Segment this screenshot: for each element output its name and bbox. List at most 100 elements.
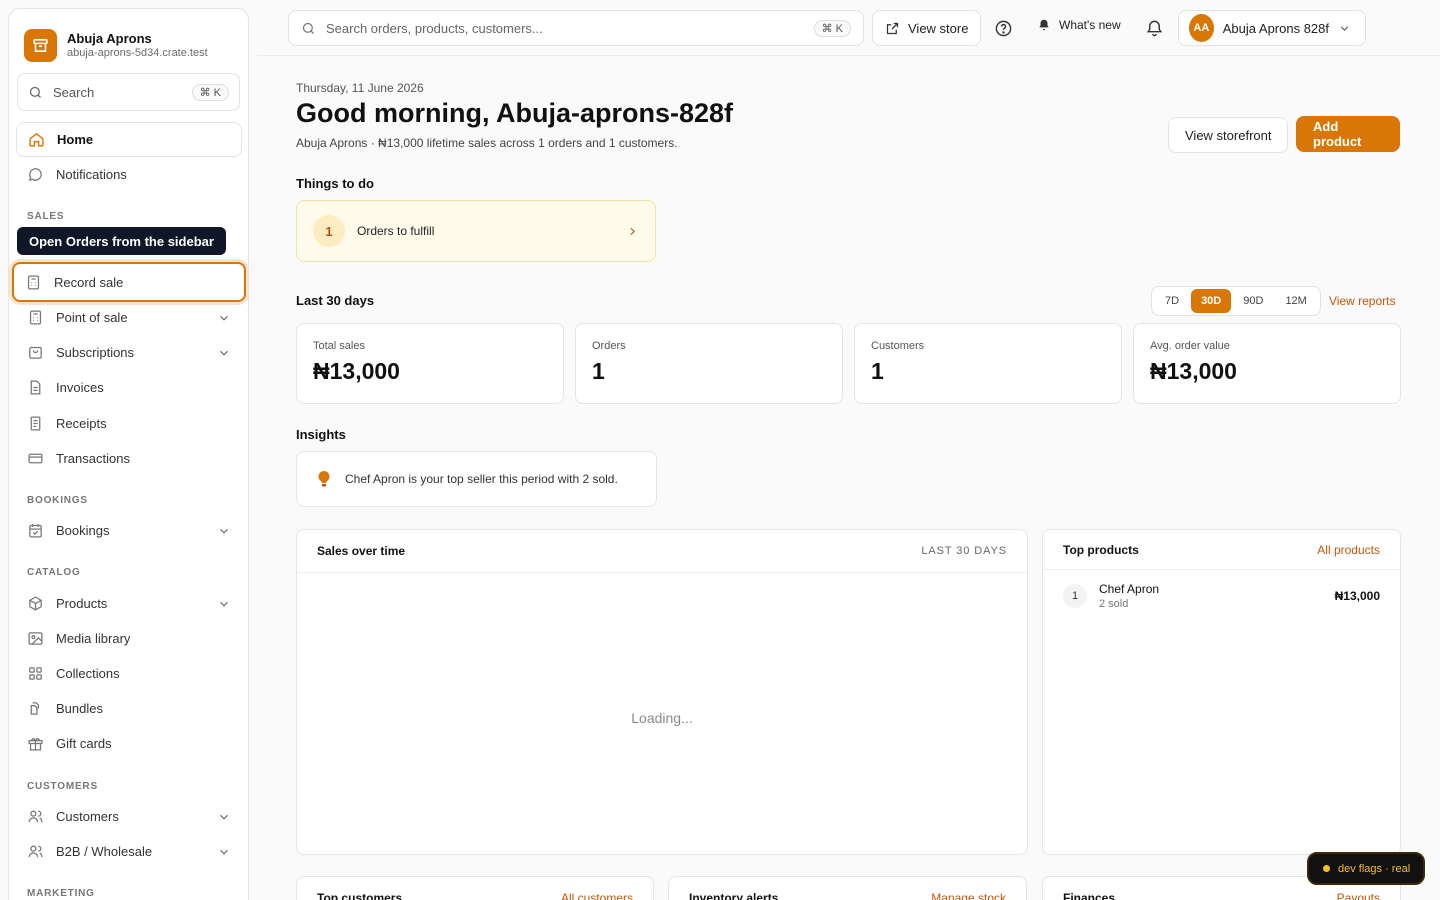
package-icon	[27, 595, 44, 612]
payouts-link[interactable]: Payouts	[1337, 891, 1380, 900]
whats-new-label: What's new	[1059, 18, 1121, 32]
chevron-down-icon[interactable]	[217, 810, 231, 824]
stat-value: ₦13,000	[313, 358, 400, 384]
help-circle-icon	[994, 19, 1013, 38]
sidebar-item-products[interactable]: Products	[16, 586, 242, 621]
sidebar-item-record-sale[interactable]: Record sale	[12, 262, 246, 302]
view-reports-link[interactable]: View reports	[1329, 294, 1395, 308]
sidebar-item-collections[interactable]: Collections	[16, 656, 242, 691]
sidebar-item-label: Subscriptions	[56, 345, 135, 360]
stat-orders: Orders 1	[575, 323, 843, 404]
help-button[interactable]	[991, 16, 1015, 40]
sidebar-item-transactions[interactable]: Transactions	[16, 441, 242, 476]
sidebar-item-label: Receipts	[56, 416, 107, 431]
status-dot-icon	[1323, 865, 1330, 872]
bell-icon	[1037, 18, 1051, 32]
range-30d[interactable]: 30D	[1191, 289, 1232, 313]
section-label-sales: SALES	[27, 211, 65, 222]
chat-bubble-icon	[27, 166, 44, 183]
sidebar-item-label: B2B / Wholesale	[56, 844, 153, 859]
store-switcher[interactable]: Abuja Aprons abuja-aprons-5d34.crate.tes…	[9, 9, 248, 65]
chevron-down-icon[interactable]	[217, 524, 231, 538]
users-icon	[27, 843, 44, 860]
lightbulb-icon	[317, 470, 331, 488]
card-title: Finances	[1063, 891, 1116, 900]
stat-total-sales: Total sales ₦13,000	[296, 323, 564, 404]
external-link-icon	[885, 21, 900, 36]
current-date: Thursday, 11 June 2026	[296, 81, 424, 95]
loading-indicator: Loading...	[631, 710, 693, 726]
chevron-right-icon	[626, 225, 639, 238]
global-search[interactable]: Search orders, products, customers... ⌘ …	[288, 10, 864, 46]
view-store-button[interactable]: View store	[872, 10, 982, 46]
sidebar-item-b2b-wholesale[interactable]: B2B / Wholesale	[16, 834, 242, 869]
sidebar-item-bookings[interactable]: Bookings	[16, 513, 242, 548]
sidebar-item-gift-cards[interactable]: Gift cards	[16, 726, 242, 761]
view-storefront-button[interactable]: View storefront	[1168, 117, 1289, 153]
sidebar-item-label: Invoices	[56, 380, 104, 395]
product-rank: 1	[1063, 584, 1087, 608]
sidebar-item-invoices[interactable]: Invoices	[16, 370, 242, 405]
home-icon	[28, 131, 45, 148]
credit-card-icon	[27, 450, 44, 467]
sidebar-item-notifications[interactable]: Notifications	[16, 157, 242, 192]
sidebar-item-customers[interactable]: Customers	[16, 799, 242, 834]
sidebar-item-media-library[interactable]: Media library	[16, 621, 242, 656]
sidebar-item-bundles[interactable]: Bundles	[16, 691, 242, 726]
global-search-placeholder: Search orders, products, customers...	[326, 20, 543, 36]
add-product-button[interactable]: Add product	[1296, 116, 1400, 152]
search-shortcut: ⌘ K	[813, 19, 851, 37]
stat-label: Total sales	[313, 340, 365, 352]
sidebar-item-label: Gift cards	[56, 736, 112, 751]
sidebar-item-label: Point of sale	[56, 310, 128, 325]
sidebar-item-subscriptions[interactable]: Subscriptions	[16, 335, 242, 370]
stat-label: Orders	[592, 340, 626, 352]
sidebar-item-receipts[interactable]: Receipts	[16, 406, 242, 441]
section-label-marketing: MARKETING	[27, 888, 95, 899]
sidebar-item-point-of-sale[interactable]: Point of sale	[16, 300, 242, 335]
card-title: Top customers	[317, 891, 403, 900]
dev-flags-label: dev flags · real	[1338, 862, 1411, 875]
range-90d[interactable]: 90D	[1233, 289, 1273, 313]
top-products-card: Top products All products 1 Chef Apron 2…	[1042, 529, 1401, 855]
all-customers-link[interactable]: All customers	[561, 891, 633, 900]
chevron-down-icon	[1338, 22, 1351, 35]
stat-label: Customers	[871, 340, 925, 352]
store-domain: abuja-aprons-5d34.crate.test	[67, 47, 208, 59]
sidebar-item-label: Bundles	[56, 701, 103, 716]
receipt-icon	[27, 415, 44, 432]
whats-new-button[interactable]: What's new	[1037, 18, 1121, 32]
product-sold-count: 2 sold	[1099, 598, 1129, 610]
product-revenue: ₦13,000	[1334, 589, 1380, 603]
chevron-down-icon[interactable]	[217, 597, 231, 611]
sidebar-item-label: Transactions	[56, 451, 130, 466]
todo-orders-to-fulfill[interactable]: 1 Orders to fulfill	[296, 200, 656, 262]
all-products-link[interactable]: All products	[1317, 543, 1380, 557]
card-title: Sales over time	[317, 544, 406, 558]
sidebar-search[interactable]: Search ⌘ K	[17, 73, 240, 111]
range-12m[interactable]: 12M	[1275, 289, 1316, 313]
card-title: Inventory alerts	[689, 891, 779, 900]
bell-icon	[1145, 19, 1164, 38]
sales-over-time-card: Sales over time LAST 30 DAYS Loading...	[296, 529, 1028, 855]
avatar: AA	[1189, 14, 1214, 42]
sidebar-item-home[interactable]: Home	[16, 122, 242, 157]
notifications-button[interactable]	[1142, 16, 1166, 40]
tooltip: Open Orders from the sidebar	[17, 227, 226, 255]
calculator-icon	[27, 309, 44, 326]
date-range-selector: 7D 30D 90D 12M	[1151, 286, 1321, 316]
list-item[interactable]: 1 Chef Apron 2 sold ₦13,000	[1043, 570, 1400, 622]
range-7d[interactable]: 7D	[1155, 289, 1189, 313]
users-icon	[27, 808, 44, 825]
image-icon	[27, 630, 44, 647]
chevron-down-icon[interactable]	[217, 845, 231, 859]
account-menu[interactable]: AA Abuja Aprons 828f	[1178, 10, 1366, 46]
chevron-down-icon[interactable]	[217, 311, 231, 325]
dev-flags-badge[interactable]: dev flags · real	[1307, 852, 1426, 885]
section-label-bookings: BOOKINGS	[27, 495, 88, 506]
manage-stock-link[interactable]: Manage stock	[931, 891, 1006, 900]
sidebar: Abuja Aprons abuja-aprons-5d34.crate.tes…	[8, 8, 249, 900]
chevron-down-icon[interactable]	[217, 346, 231, 360]
insights-heading: Insights	[296, 427, 346, 442]
stat-value: 1	[871, 358, 884, 384]
